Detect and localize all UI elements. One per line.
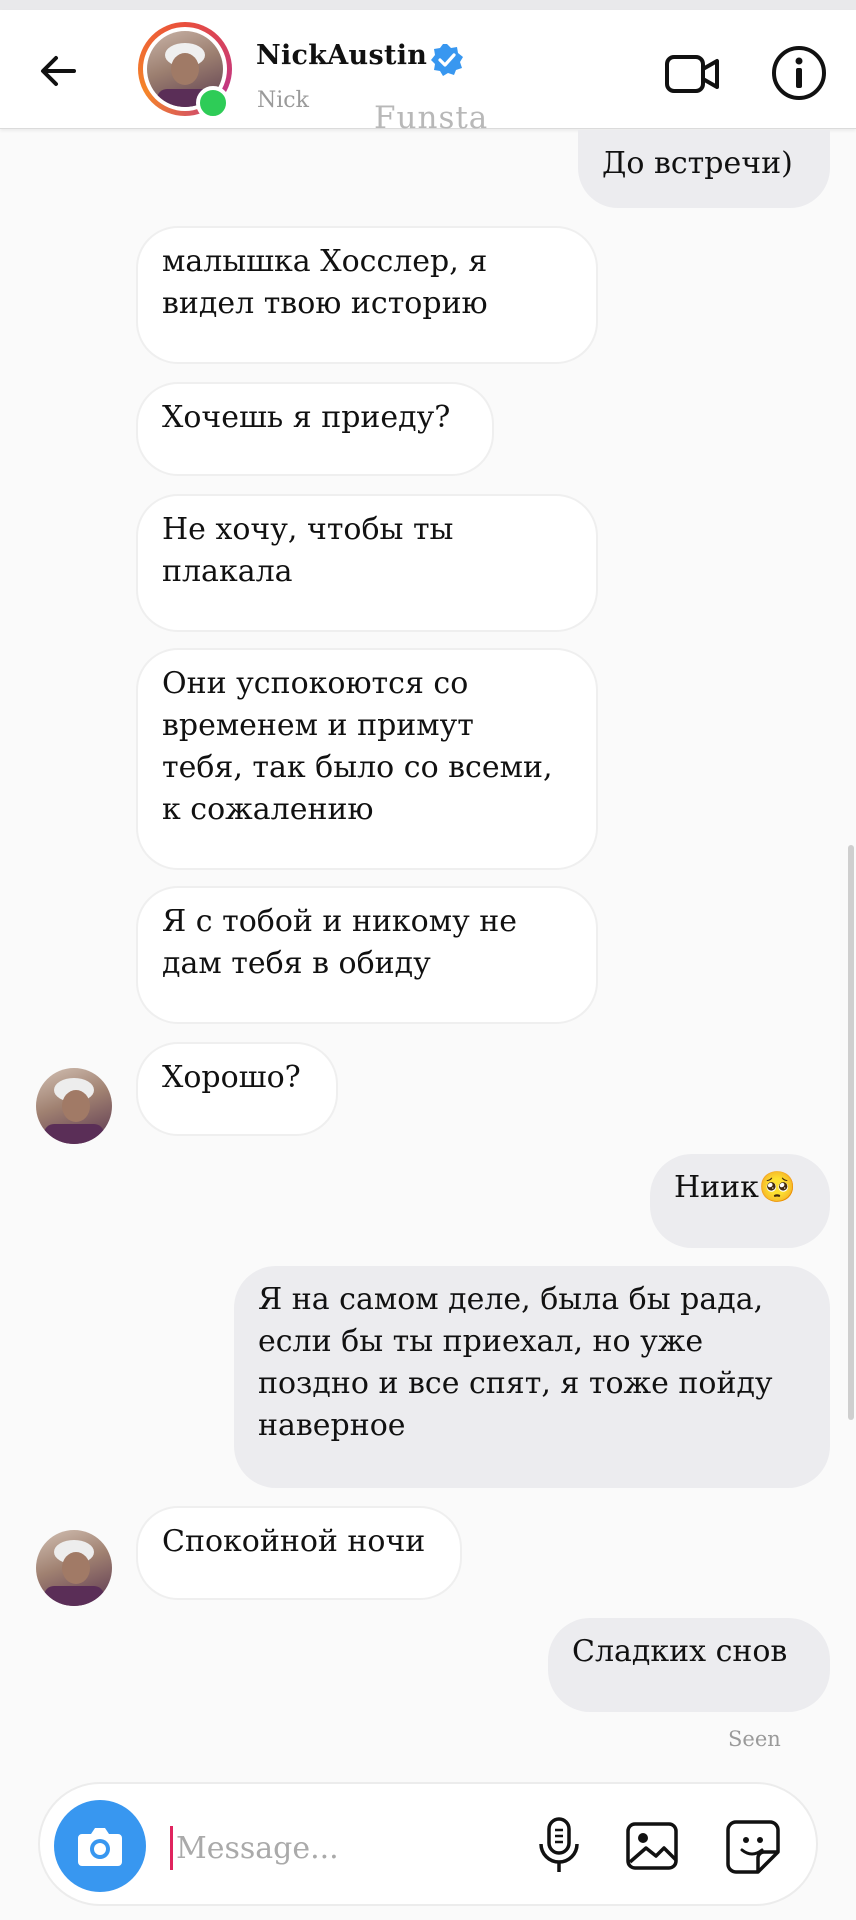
sender-avatar[interactable] [36,1068,112,1144]
video-call-icon[interactable] [662,44,722,104]
camera-icon [78,1828,122,1866]
scrollbar[interactable] [848,845,854,1420]
verified-badge-icon [431,44,463,76]
message-line: плакала [162,554,293,589]
message-incoming[interactable]: малышка Хосслер, я видел твою историю [136,226,598,364]
contact-username: Nick [257,88,309,113]
message-outgoing[interactable]: Ниик🥺 [650,1154,830,1248]
message-incoming[interactable]: Хорошо? [136,1042,338,1136]
online-status-dot [196,86,230,120]
sender-avatar[interactable] [36,1530,112,1606]
message-line: Я на самом деле, была бы рада, [258,1282,764,1317]
message-outgoing[interactable]: Сладких снов [548,1618,830,1712]
message-incoming[interactable]: Спокойной ночи [136,1506,462,1600]
message-outgoing[interactable]: До встречи) [578,130,830,208]
message-input[interactable] [172,1822,520,1874]
message-line: поздно и все спят, я тоже пойду [258,1366,773,1401]
message-line: видел твою историю [162,286,488,321]
info-icon[interactable] [770,44,828,102]
message-line: малышка Хосслер, я [162,244,488,279]
message-line: Хочешь я приеду? [162,400,451,435]
message-incoming[interactable]: Я с тобой и никому не дам тебя в обиду [136,886,598,1024]
message-line: временем и примут [162,708,474,743]
gallery-icon[interactable] [624,1818,680,1874]
sticker-icon[interactable] [724,1818,782,1876]
message-incoming[interactable]: Они успокоются со временем и примут тебя… [136,648,598,870]
contact-name[interactable]: NickAustin [256,40,427,71]
message-incoming[interactable]: Хочешь я приеду? [136,382,494,476]
message-incoming[interactable]: Не хочу, чтобы ты плакала [136,494,598,632]
message-line: Они успокоются со [162,666,469,701]
watermark-text: Funsta [374,100,489,136]
message-line: если бы ты приехал, но уже [258,1324,704,1359]
message-line: к сожалению [162,792,374,827]
message-line: дам тебя в обиду [162,946,431,981]
message-line: Не хочу, чтобы ты [162,512,454,547]
chat-header: NickAustin Nick Funsta [0,10,856,136]
message-line: тебя, так было со всеми, [162,750,553,785]
seen-indicator: Seen [728,1727,781,1751]
message-line: наверное [258,1408,406,1443]
camera-button[interactable] [54,1800,146,1892]
message-outgoing[interactable]: Я на самом деле, была бы рада, если бы т… [234,1266,830,1488]
back-arrow-icon[interactable] [34,46,84,96]
message-line: Я с тобой и никому не [162,904,518,939]
microphone-icon[interactable] [532,1816,586,1876]
status-strip [0,0,856,10]
